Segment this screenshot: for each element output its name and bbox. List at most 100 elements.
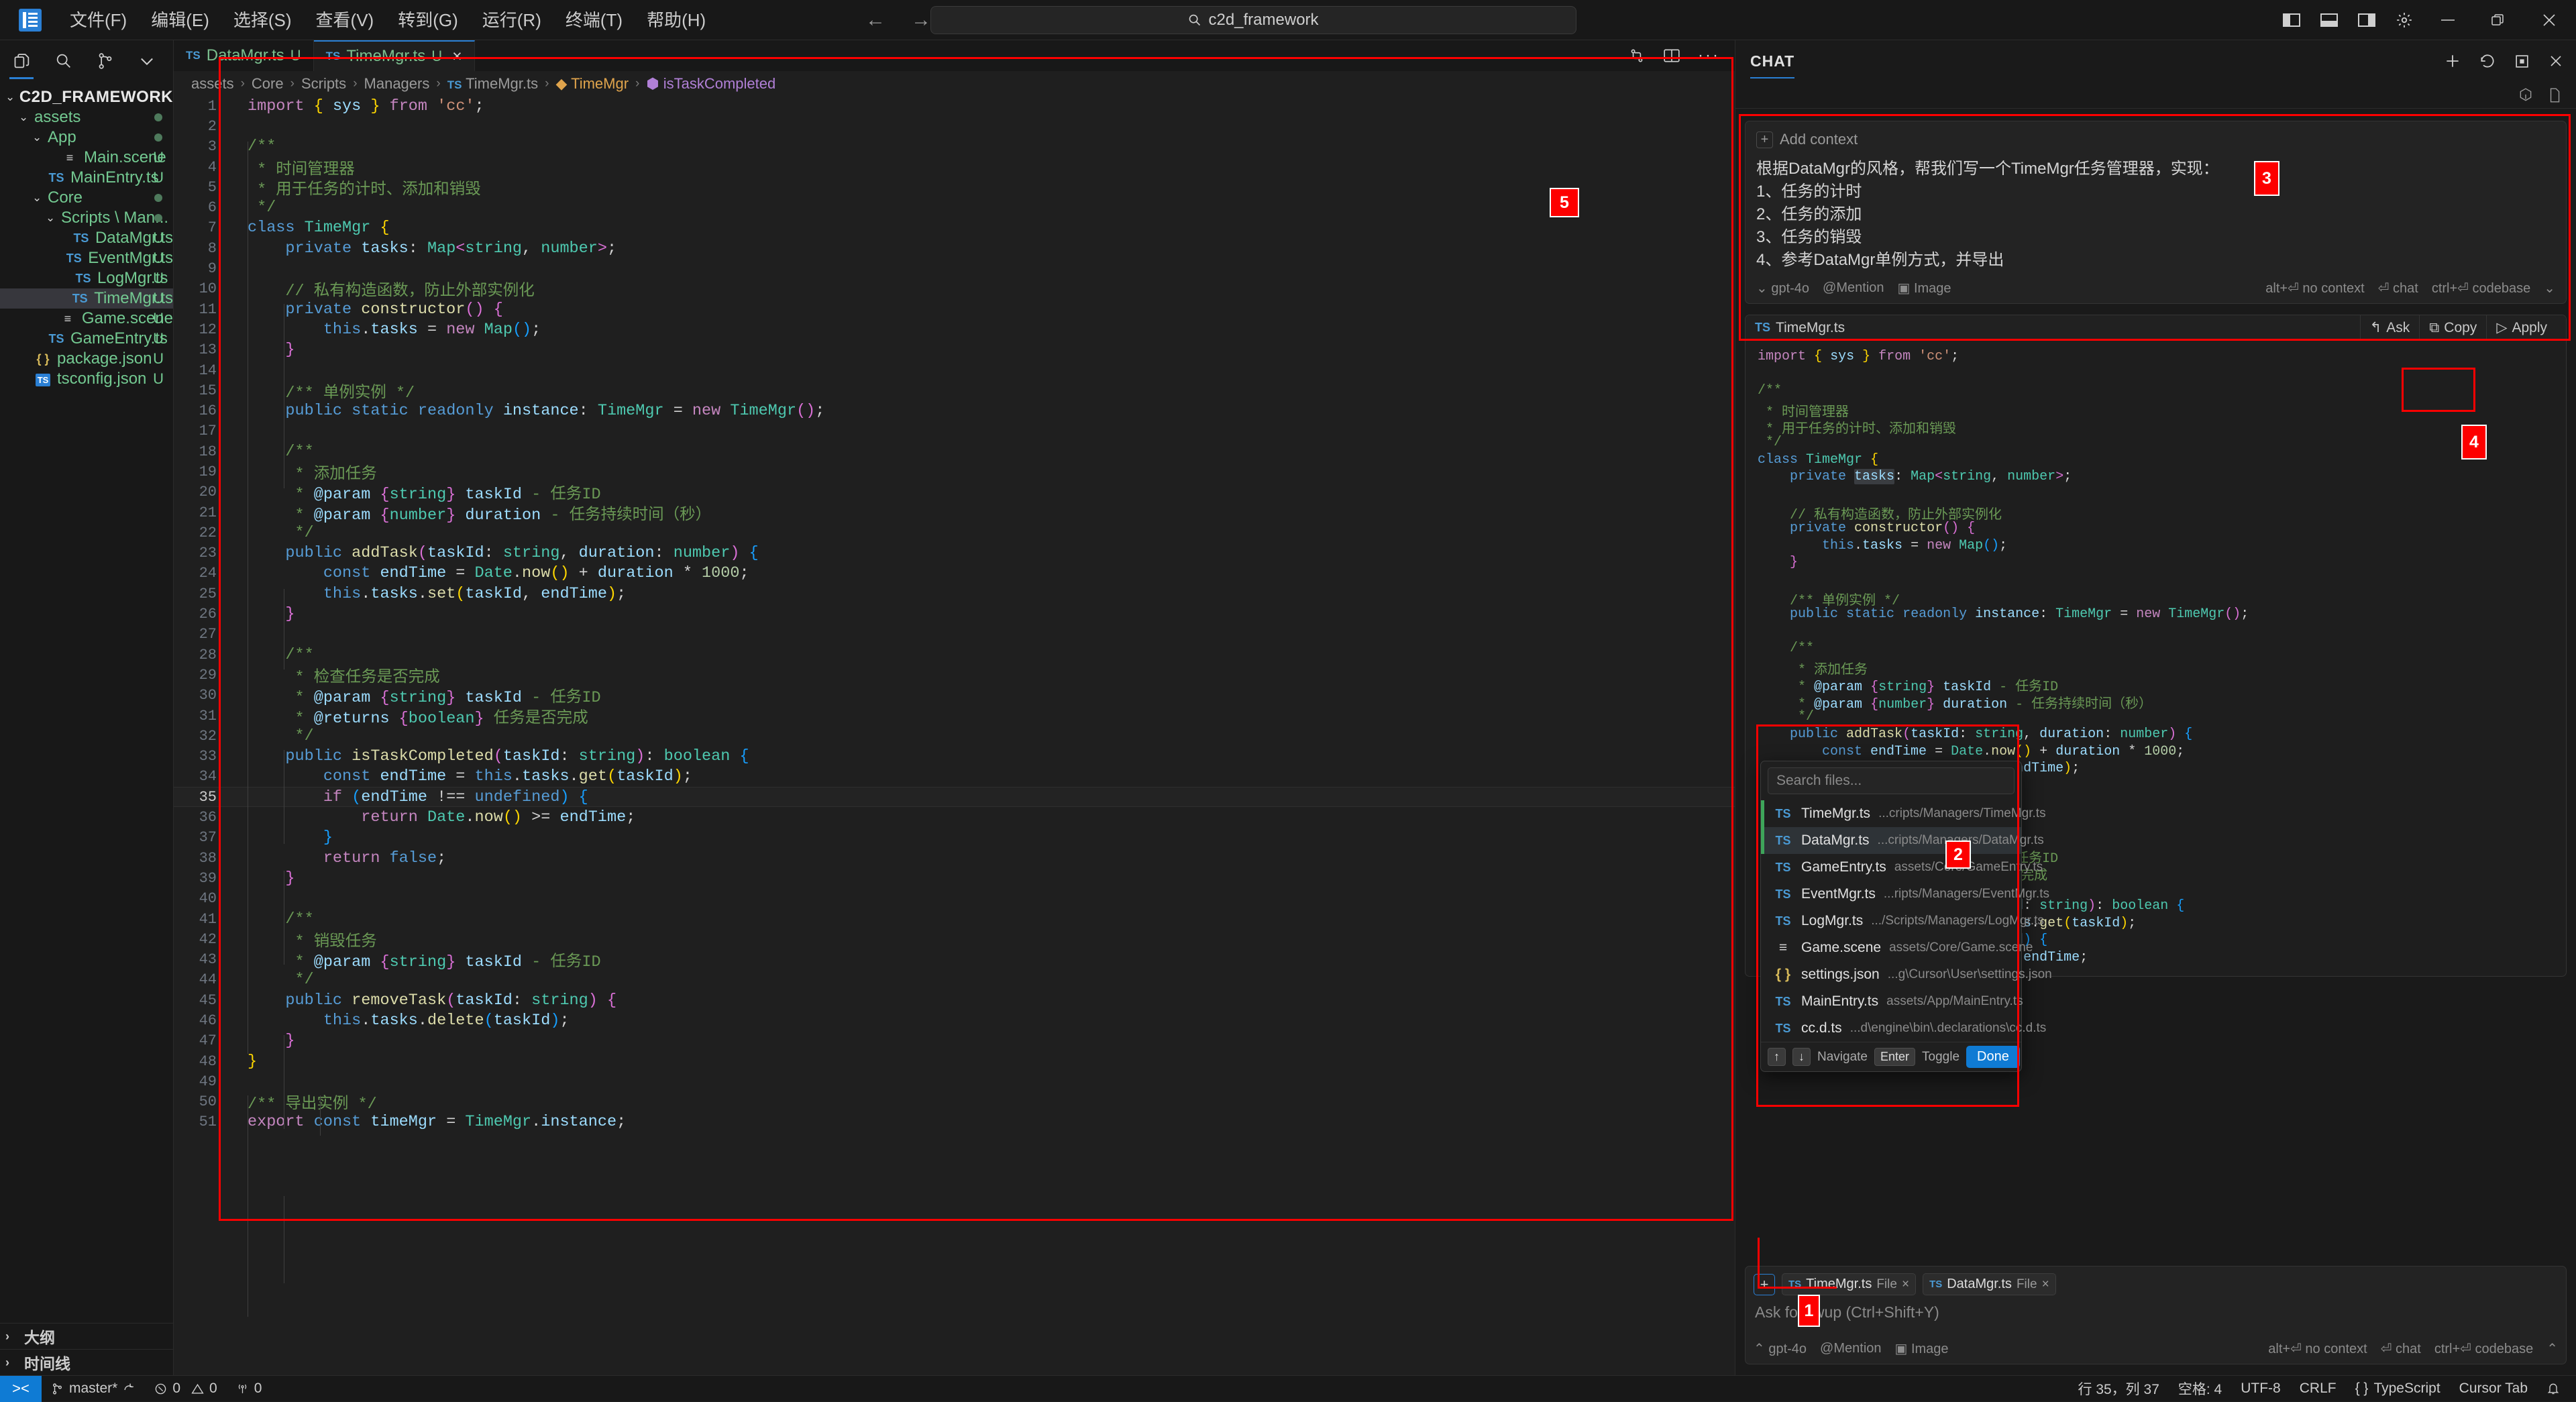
- pane-outline[interactable]: › 大纲: [0, 1323, 174, 1349]
- chevron-down-icon[interactable]: ⌄: [2544, 280, 2555, 296]
- model-selector[interactable]: ⌄ gpt-4o: [1756, 280, 1809, 296]
- mention-button[interactable]: @Mention: [1823, 280, 1884, 296]
- bell-icon[interactable]: [2537, 1376, 2576, 1402]
- file-icon[interactable]: [2548, 87, 2561, 103]
- status-cursor-position[interactable]: 行 35，列 37: [2068, 1376, 2168, 1402]
- menu-help[interactable]: 帮助(H): [635, 0, 718, 40]
- file-result-mainentry-ts[interactable]: TSMainEntry.tsassets/App/MainEntry.ts: [1761, 988, 2021, 1015]
- menu-go[interactable]: 转到(G): [386, 0, 470, 40]
- mention-button[interactable]: @Mention: [1820, 1341, 1881, 1356]
- tree-item-package-json[interactable]: { }package.jsonU: [0, 349, 173, 369]
- context-chip[interactable]: TS TimeMgr.ts File ×: [1782, 1273, 1916, 1295]
- tree-item-gameentry-ts[interactable]: TSGameEntry.tsU: [0, 329, 173, 349]
- breadcrumb-item[interactable]: ⬢ isTaskCompleted: [646, 75, 775, 93]
- tree-item-main-scene[interactable]: ≡Main.sceneU: [0, 148, 173, 168]
- status-encoding[interactable]: UTF-8: [2231, 1376, 2290, 1402]
- tree-item-scripts-man-[interactable]: ⌄Scripts \ Man...: [0, 208, 173, 228]
- tree-item-datamgr-ts[interactable]: TSDataMgr.tsU: [0, 228, 173, 248]
- toggle-primary-sidebar-icon[interactable]: [2273, 0, 2310, 40]
- line-number: 23: [174, 545, 235, 561]
- tree-item-app[interactable]: ⌄App: [0, 127, 173, 148]
- status-eol[interactable]: CRLF: [2290, 1376, 2346, 1402]
- menu-view[interactable]: 查看(V): [304, 0, 386, 40]
- menu-edit[interactable]: 编辑(E): [139, 0, 221, 40]
- add-context-chip-button[interactable]: +: [1754, 1274, 1775, 1295]
- restore-icon[interactable]: [2473, 0, 2522, 40]
- status-ports[interactable]: 0: [227, 1376, 272, 1402]
- breadcrumb-item[interactable]: Scripts: [301, 75, 346, 93]
- menu-run[interactable]: 运行(R): [470, 0, 553, 40]
- followup-input[interactable]: Ask followup (Ctrl+Shift+Y): [1754, 1299, 2558, 1340]
- breadcrumb-item[interactable]: Core: [252, 75, 284, 93]
- close-icon[interactable]: ×: [452, 47, 462, 66]
- file-search-input[interactable]: Search files...: [1768, 767, 2015, 794]
- tree-item-game-scene[interactable]: ≡Game.sceneU: [0, 309, 173, 329]
- tree-item-logmgr-ts[interactable]: TSLogMgr.tsU: [0, 268, 173, 288]
- file-result-logmgr-ts[interactable]: TSLogMgr.ts.../Scripts/Managers/LogMgr.t…: [1761, 908, 2021, 934]
- close-icon[interactable]: [2522, 0, 2576, 40]
- pane-timeline[interactable]: › 时间线: [0, 1349, 174, 1375]
- file-result-datamgr-ts[interactable]: TSDataMgr.ts...cripts/Managers/DataMgr.t…: [1761, 827, 2021, 854]
- file-result-game-scene[interactable]: ≡Game.sceneassets/Core/Game.scene: [1761, 934, 2021, 961]
- close-icon[interactable]: [2548, 53, 2564, 69]
- more-actions-icon[interactable]: ···: [1698, 46, 1720, 65]
- minimize-icon[interactable]: [2423, 0, 2473, 40]
- new-chat-icon[interactable]: [2444, 52, 2461, 70]
- tree-item-tsconfig-json[interactable]: TStsconfig.jsonU: [0, 369, 173, 389]
- remote-window-icon[interactable]: ><: [0, 1376, 42, 1402]
- chevron-down-icon[interactable]: [136, 50, 158, 72]
- explorer-icon[interactable]: [11, 50, 34, 72]
- file-result-eventmgr-ts[interactable]: TSEventMgr.ts...ripts/Managers/EventMgr.…: [1761, 881, 2021, 908]
- status-language[interactable]: { } TypeScript: [2346, 1376, 2450, 1402]
- breadcrumb-item[interactable]: assets: [191, 75, 234, 93]
- status-indentation[interactable]: 空格: 4: [2169, 1376, 2231, 1402]
- status-problems[interactable]: 0 0: [145, 1376, 226, 1402]
- toggle-secondary-sidebar-icon[interactable]: [2348, 0, 2385, 40]
- tree-item-mainentry-ts[interactable]: TSMainEntry.tsU: [0, 168, 173, 188]
- tree-item-c2d-framework[interactable]: ⌄C2D_FRAMEWORK: [0, 87, 173, 107]
- back-arrow-icon[interactable]: ←: [865, 9, 885, 32]
- tree-item-assets[interactable]: ⌄assets: [0, 107, 173, 127]
- status-branch[interactable]: master*: [42, 1376, 145, 1402]
- image-button[interactable]: ▣ Image: [1895, 1340, 1949, 1357]
- file-result-timemgr-ts[interactable]: TSTimeMgr.ts...cripts/Managers/TimeMgr.t…: [1761, 800, 2021, 827]
- breadcrumb-item[interactable]: TS TimeMgr.ts: [447, 75, 538, 93]
- editor-tab-timemgr-ts[interactable]: TSTimeMgr.tsU×: [314, 40, 475, 71]
- history-icon[interactable]: [2479, 52, 2496, 70]
- split-editor-icon[interactable]: [1628, 47, 1646, 64]
- copy-button[interactable]: ⧉ Copy: [2419, 315, 2486, 341]
- context-chip[interactable]: TS DataMgr.ts File ×: [1923, 1273, 2056, 1295]
- model-icon[interactable]: [2518, 87, 2533, 103]
- image-button[interactable]: ▣ Image: [1898, 280, 1951, 296]
- tree-item-core[interactable]: ⌄Core: [0, 188, 173, 208]
- file-result-gameentry-ts[interactable]: TSGameEntry.tsassets/Core/GameEntry.ts: [1761, 854, 2021, 881]
- add-context-button[interactable]: + Add context: [1756, 131, 2555, 148]
- status-cursor-tab[interactable]: Cursor Tab: [2450, 1376, 2537, 1402]
- model-selector[interactable]: ⌃ gpt-4o: [1754, 1340, 1807, 1357]
- tree-item-eventmgr-ts[interactable]: TSEventMgr.tsU: [0, 248, 173, 268]
- menu-file[interactable]: 文件(F): [58, 0, 139, 40]
- source-control-icon[interactable]: [94, 50, 117, 72]
- done-button[interactable]: Done: [1966, 1046, 2020, 1068]
- command-search-input[interactable]: c2d_framework: [930, 6, 1576, 34]
- breadcrumb-item[interactable]: Managers: [364, 75, 430, 93]
- maximize-icon[interactable]: [2514, 53, 2530, 70]
- file-result-settings-json[interactable]: { }settings.json...g\Cursor\User\setting…: [1761, 961, 2021, 988]
- gear-icon[interactable]: [2385, 0, 2423, 40]
- menu-select[interactable]: 选择(S): [221, 0, 304, 40]
- ask-button[interactable]: ↰ Ask: [2360, 315, 2420, 341]
- close-icon[interactable]: ×: [1902, 1277, 1909, 1292]
- chevron-up-icon[interactable]: ⌃: [2546, 1340, 2558, 1357]
- menu-terminal[interactable]: 终端(T): [553, 0, 635, 40]
- file-result-cc-d.ts[interactable]: TScc.d.ts...d\engine\bin\.declarations\c…: [1761, 1015, 2021, 1042]
- tree-item-timemgr-ts[interactable]: TSTimeMgr.tsU: [0, 288, 173, 309]
- code-editor[interactable]: 1import { sys } from 'cc';2 3/**4 * 时间管理…: [174, 96, 1735, 1375]
- layout-icon[interactable]: [1663, 48, 1680, 64]
- toggle-panel-icon[interactable]: [2310, 0, 2348, 40]
- forward-arrow-icon[interactable]: →: [911, 9, 931, 32]
- search-icon[interactable]: [52, 50, 75, 72]
- close-icon[interactable]: ×: [2042, 1277, 2049, 1292]
- editor-tab-datamgr-ts[interactable]: TSDataMgr.tsU: [174, 40, 314, 71]
- breadcrumb-item[interactable]: ◆ TimeMgr: [555, 75, 629, 93]
- apply-button[interactable]: ▷ Apply: [2486, 315, 2557, 341]
